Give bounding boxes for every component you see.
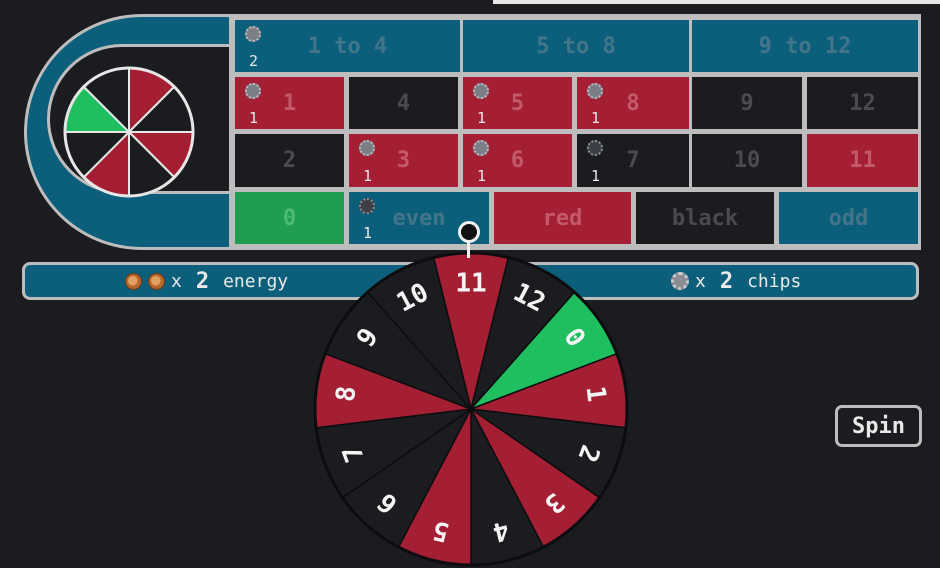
chip-icon <box>587 140 603 156</box>
bet-number-1[interactable]: 1 1 <box>235 77 344 129</box>
bet-odd[interactable]: odd <box>779 192 918 244</box>
bet-number-9[interactable]: 9 <box>692 77 802 129</box>
bet-number-7[interactable]: 1 7 <box>577 134 689 187</box>
bet-number-2[interactable]: 2 <box>235 134 344 187</box>
bet-number-3[interactable]: 1 3 <box>349 134 458 187</box>
chip-icon <box>359 140 375 156</box>
bet-number-8[interactable]: 1 8 <box>577 77 689 129</box>
bet-number-12[interactable]: 12 <box>807 77 918 129</box>
chip-icon <box>245 26 261 42</box>
chip-icon <box>359 198 375 214</box>
energy-icon <box>125 272 142 290</box>
chip-icon <box>473 140 489 156</box>
roulette-ball-icon <box>458 221 480 243</box>
bet-black[interactable]: black <box>636 192 774 244</box>
wheel-pocket-label: 11 <box>455 269 486 299</box>
betting-board: 2 1 to 4 5 to 8 9 to 12 1 1 4 1 5 1 8 9 … <box>229 14 921 250</box>
bet-number-5[interactable]: 1 5 <box>463 77 572 129</box>
chips-status: x 2 chips <box>671 265 801 297</box>
bet-number-10[interactable]: 10 <box>692 134 802 187</box>
chip-icon <box>473 83 489 99</box>
chip-icon <box>587 83 603 99</box>
energy-status: x 2 energy <box>125 265 288 297</box>
bet-dozen-1[interactable]: 2 1 to 4 <box>235 20 460 72</box>
spin-button[interactable]: Spin <box>835 405 922 447</box>
energy-icon <box>148 272 165 290</box>
top-bar <box>493 0 940 4</box>
bet-number-4[interactable]: 4 <box>349 77 458 129</box>
bet-zero[interactable]: 0 <box>235 192 344 244</box>
chip-icon <box>671 272 689 290</box>
roulette-wheel: 11 12012345678910 <box>313 251 629 567</box>
bet-dozen-3[interactable]: 9 to 12 <box>692 20 918 72</box>
bet-number-11[interactable]: 11 <box>807 134 918 187</box>
mini-roulette-wheel-icon <box>63 66 195 198</box>
bet-dozen-2[interactable]: 5 to 8 <box>463 20 689 72</box>
bet-number-6[interactable]: 1 6 <box>463 134 572 187</box>
chip-icon <box>245 83 261 99</box>
bet-red[interactable]: red <box>494 192 631 244</box>
